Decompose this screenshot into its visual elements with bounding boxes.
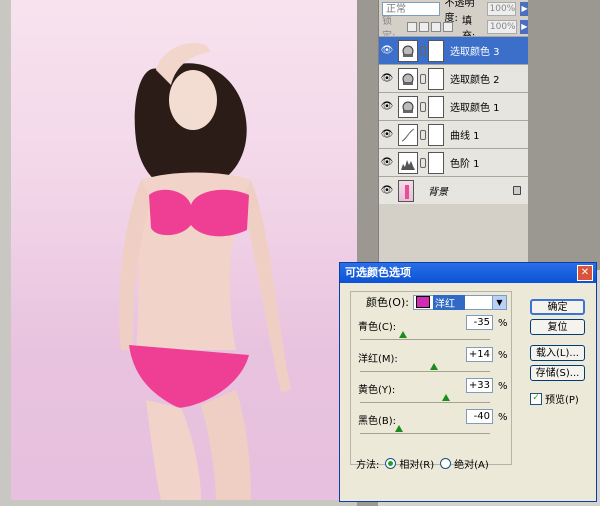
layer-mask[interactable]	[428, 123, 444, 146]
layer-selective-color-3[interactable]: 👁 选取颜色 3	[379, 36, 529, 64]
eye-icon[interactable]: 👁	[379, 185, 395, 196]
selective-color-dialog: 可选颜色选项 ✕ 颜色(O): 洋红 ▼ 青色(C): -35 % 洋红(M):…	[339, 262, 597, 502]
selective-color-icon	[398, 95, 418, 118]
chain-icon[interactable]	[420, 129, 426, 140]
chain-icon[interactable]	[420, 157, 426, 168]
layer-mask[interactable]	[428, 95, 444, 118]
black-input[interactable]: -40	[466, 409, 493, 424]
black-percent: %	[498, 412, 508, 423]
preview-toggle[interactable]: ✓ 预览(P)	[530, 391, 579, 406]
chain-icon[interactable]	[420, 45, 426, 56]
layer-levels-1[interactable]: 👁 色阶 1	[379, 148, 529, 176]
magenta-slider-thumb[interactable]	[430, 363, 439, 370]
black-slider-thumb[interactable]	[395, 425, 403, 432]
yellow-label: 黄色(Y):	[358, 385, 396, 396]
yellow-input[interactable]: +33	[466, 378, 493, 393]
layer-mask[interactable]	[428, 39, 444, 62]
photo-content	[119, 42, 291, 500]
method-relative-option[interactable]: 相对(R)	[385, 456, 434, 471]
color-swatch	[415, 296, 430, 308]
preview-checkbox[interactable]: ✓	[530, 392, 542, 405]
reset-button[interactable]: 复位	[530, 319, 585, 335]
layer-name: 选取颜色 3	[450, 47, 500, 58]
background-thumb	[398, 179, 414, 202]
layer-curves-1[interactable]: 👁 曲线 1	[379, 120, 529, 148]
yellow-track	[360, 402, 490, 403]
chain-icon[interactable]	[420, 73, 426, 84]
dialog-titlebar[interactable]: 可选颜色选项 ✕	[340, 263, 596, 283]
selective-color-icon	[398, 67, 418, 90]
panel-dock-strip	[528, 0, 600, 270]
yellow-percent: %	[498, 381, 508, 392]
method-absolute-option[interactable]: 绝对(A)	[440, 456, 489, 471]
cyan-track	[360, 339, 490, 340]
layer-mask[interactable]	[428, 151, 444, 174]
black-label: 黑色(B):	[358, 416, 397, 427]
selected-color: 洋红	[432, 294, 465, 310]
layer-selective-color-1[interactable]: 👁 选取颜色 1	[379, 92, 529, 120]
layer-name: 选取颜色 1	[450, 103, 500, 114]
yellow-slider-thumb[interactable]	[441, 394, 450, 401]
lock-icon	[513, 186, 521, 195]
method-relative-label: 相对(R)	[399, 460, 435, 471]
cyan-label: 青色(C):	[358, 322, 397, 333]
colors-label: 颜色(O):	[366, 296, 409, 309]
dialog-title: 可选颜色选项	[345, 266, 411, 279]
eye-icon[interactable]: 👁	[379, 157, 395, 168]
layer-name: 色阶 1	[450, 159, 480, 170]
layer-name: 选取颜色 2	[450, 75, 500, 86]
method-row: 方法: 相对(R) 绝对(A)	[356, 456, 489, 471]
eye-icon[interactable]: 👁	[379, 45, 395, 56]
method-absolute-label: 绝对(A)	[454, 460, 489, 471]
lock-move-icon[interactable]	[430, 22, 441, 32]
cyan-input[interactable]: -35	[466, 315, 493, 330]
radio-absolute[interactable]	[440, 458, 452, 469]
chevron-down-icon[interactable]: ▼	[491, 295, 506, 309]
magenta-label: 洋红(M):	[358, 354, 398, 365]
document-window	[0, 0, 367, 506]
magenta-input[interactable]: +14	[466, 347, 493, 362]
opacity-input[interactable]: 100%	[486, 2, 517, 16]
lock-all-icon[interactable]	[442, 22, 453, 32]
magenta-percent: %	[498, 350, 508, 361]
layer-name: 背景	[428, 187, 448, 198]
eye-icon[interactable]: 👁	[379, 101, 395, 112]
eye-icon[interactable]: 👁	[379, 129, 395, 140]
levels-icon	[398, 151, 418, 174]
magenta-track	[360, 371, 490, 372]
cyan-percent: %	[498, 318, 508, 329]
eye-icon[interactable]: 👁	[379, 73, 395, 84]
chain-icon[interactable]	[420, 101, 426, 112]
ok-button[interactable]: 确定	[530, 299, 585, 315]
load-button[interactable]: 载入(L)...	[530, 345, 585, 361]
fill-input[interactable]: 100%	[486, 20, 517, 34]
layers-panel: 正常 不透明度: 100% ▶ 锁定: 填充: 100% ▶ 👁 选取颜色 3 …	[378, 0, 529, 270]
image-canvas[interactable]	[11, 0, 358, 500]
preview-label: 预览(P)	[545, 395, 579, 406]
layer-name: 曲线 1	[450, 131, 480, 142]
radio-relative[interactable]	[385, 458, 397, 469]
selective-color-icon	[398, 39, 418, 62]
lock-paint-icon[interactable]	[418, 22, 429, 32]
cyan-slider-thumb[interactable]	[398, 331, 407, 338]
curves-icon	[398, 123, 418, 146]
save-button[interactable]: 存储(S)...	[530, 365, 585, 381]
layer-mask[interactable]	[428, 67, 444, 90]
black-track	[360, 433, 490, 434]
close-icon[interactable]: ✕	[577, 265, 593, 281]
lock-transparent-icon[interactable]	[406, 22, 417, 32]
color-channel-select[interactable]: 洋红 ▼	[412, 294, 507, 310]
layer-background[interactable]: 👁 背景	[379, 176, 529, 204]
layer-selective-color-2[interactable]: 👁 选取颜色 2	[379, 64, 529, 92]
method-label: 方法:	[356, 460, 380, 471]
